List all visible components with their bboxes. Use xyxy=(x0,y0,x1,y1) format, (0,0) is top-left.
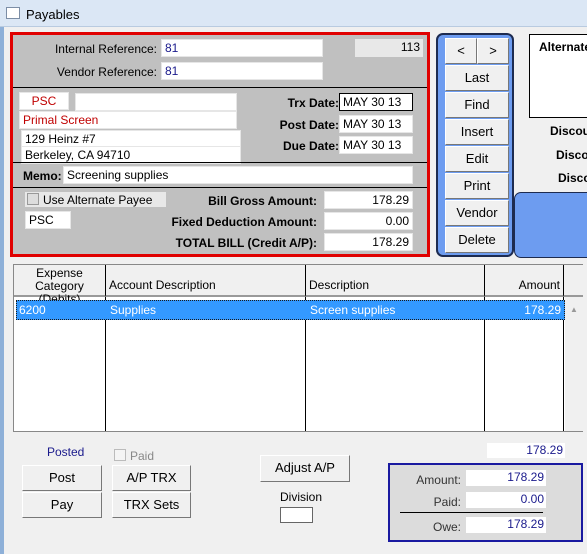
bill-gross-amount-input[interactable]: 178.29 xyxy=(324,191,413,209)
pay-button[interactable]: Pay xyxy=(22,492,102,518)
bill-header-panel: Internal Reference: 81 113 Vendor Refere… xyxy=(10,32,430,257)
amount-value: 178.29 xyxy=(466,470,546,486)
division-input[interactable] xyxy=(280,507,313,523)
alternate-payee-box: Alternate xyxy=(529,34,587,118)
paid-value: 0.00 xyxy=(466,492,546,508)
vendor-reference-input[interactable]: 81 xyxy=(161,62,323,80)
delete-button[interactable]: Delete xyxy=(445,227,509,253)
division-label: Division xyxy=(280,490,323,504)
next-button[interactable]: > xyxy=(477,38,509,64)
record-number: 113 xyxy=(355,39,423,57)
trx-date-label: Trx Date: xyxy=(287,96,339,110)
use-alternate-payee-label: Use Alternate Payee xyxy=(43,193,153,207)
paid-checkbox[interactable]: Paid xyxy=(114,449,174,464)
discount-label: Disco xyxy=(556,148,587,162)
cell-description: Screen supplies xyxy=(310,303,396,317)
title-bar: Payables xyxy=(0,0,587,27)
owe-label: Owe: xyxy=(432,520,461,534)
vendor-extra-input[interactable] xyxy=(75,93,237,111)
post-date-label: Post Date: xyxy=(279,118,339,132)
table-total: 178.29 xyxy=(487,443,565,458)
bill-gross-amount-label: Bill Gross Amount: xyxy=(208,194,317,208)
trx-date-input[interactable]: MAY 30 13 xyxy=(339,93,413,111)
blue-panel xyxy=(514,192,587,258)
paid-amount-label: Paid: xyxy=(433,495,461,509)
alternate-label: Alternate xyxy=(539,40,587,54)
internal-reference-label: Internal Reference: xyxy=(54,42,157,56)
vendor-reference-label: Vendor Reference: xyxy=(56,65,157,79)
internal-reference-input[interactable]: 81 xyxy=(161,39,323,57)
find-button[interactable]: Find xyxy=(445,92,509,118)
owe-value: 178.29 xyxy=(466,517,546,533)
edit-button[interactable]: Edit xyxy=(445,146,509,172)
window-icon xyxy=(6,7,20,19)
adjust-ap-button[interactable]: Adjust A/P xyxy=(260,455,350,482)
trx-sets-button[interactable]: TRX Sets xyxy=(112,492,191,518)
amount-label: Amount: xyxy=(416,473,461,487)
total-bill-input[interactable]: 178.29 xyxy=(324,233,413,251)
expense-table: Expense Category (Debits) Account Descri… xyxy=(13,264,583,432)
window-border xyxy=(0,27,4,554)
cell-account: Supplies xyxy=(110,303,157,317)
post-date-input[interactable]: MAY 30 13 xyxy=(339,115,413,133)
due-date-label: Due Date: xyxy=(282,139,339,153)
divider xyxy=(13,187,427,188)
insert-button[interactable]: Insert xyxy=(445,119,509,145)
cell-amount: 178.29 xyxy=(524,303,561,317)
memo-label: Memo: xyxy=(23,169,62,183)
column-header-description[interactable]: Description xyxy=(306,265,485,297)
payment-summary: Amount: 178.29 Paid: 0.00 Owe: 178.29 xyxy=(388,463,583,542)
divider xyxy=(13,87,427,88)
vendor-button[interactable]: Vendor xyxy=(445,200,509,226)
checkbox-icon xyxy=(114,449,126,461)
use-alternate-payee-checkbox[interactable]: Use Alternate Payee xyxy=(25,192,166,207)
discount-label: Disco xyxy=(558,171,587,185)
navigation-panel: < > Last Find Insert Edit Print Vendor D… xyxy=(436,33,514,257)
total-bill-label: TOTAL BILL (Credit A/P): xyxy=(175,236,317,250)
table-row[interactable]: 6200 Supplies Screen supplies 178.29 xyxy=(16,300,565,320)
memo-input[interactable]: Screening supplies xyxy=(63,166,413,184)
due-date-input[interactable]: MAY 30 13 xyxy=(339,136,413,154)
discount-label: Discou xyxy=(550,124,587,138)
divider xyxy=(400,512,543,513)
previous-button[interactable]: < xyxy=(445,38,477,64)
payee-code-input[interactable]: PSC xyxy=(25,211,71,229)
column-header-account[interactable]: Account Description xyxy=(106,265,306,297)
column-header-category[interactable]: Expense Category (Debits) xyxy=(14,265,106,306)
last-button[interactable]: Last xyxy=(445,65,509,91)
ap-trx-button[interactable]: A/P TRX xyxy=(112,465,191,491)
column-header-amount[interactable]: Amount xyxy=(485,265,564,297)
post-button[interactable]: Post xyxy=(22,465,102,491)
scrollbar[interactable]: ▲ xyxy=(565,297,583,431)
fixed-deduction-label: Fixed Deduction Amount: xyxy=(171,215,317,229)
scroll-up-icon[interactable]: ▲ xyxy=(570,305,578,314)
print-button[interactable]: Print xyxy=(445,173,509,199)
cell-category: 6200 xyxy=(19,303,46,317)
column-header-spacer xyxy=(564,265,583,297)
fixed-deduction-input[interactable]: 0.00 xyxy=(324,212,413,230)
divider xyxy=(13,162,427,163)
checkbox-icon xyxy=(27,193,39,205)
vendor-name-input[interactable]: Primal Screen xyxy=(19,111,237,129)
paid-label: Paid xyxy=(130,449,155,463)
window-title: Payables xyxy=(26,7,80,22)
vendor-code-input[interactable]: PSC xyxy=(19,92,69,110)
status-label: Posted xyxy=(47,445,85,459)
